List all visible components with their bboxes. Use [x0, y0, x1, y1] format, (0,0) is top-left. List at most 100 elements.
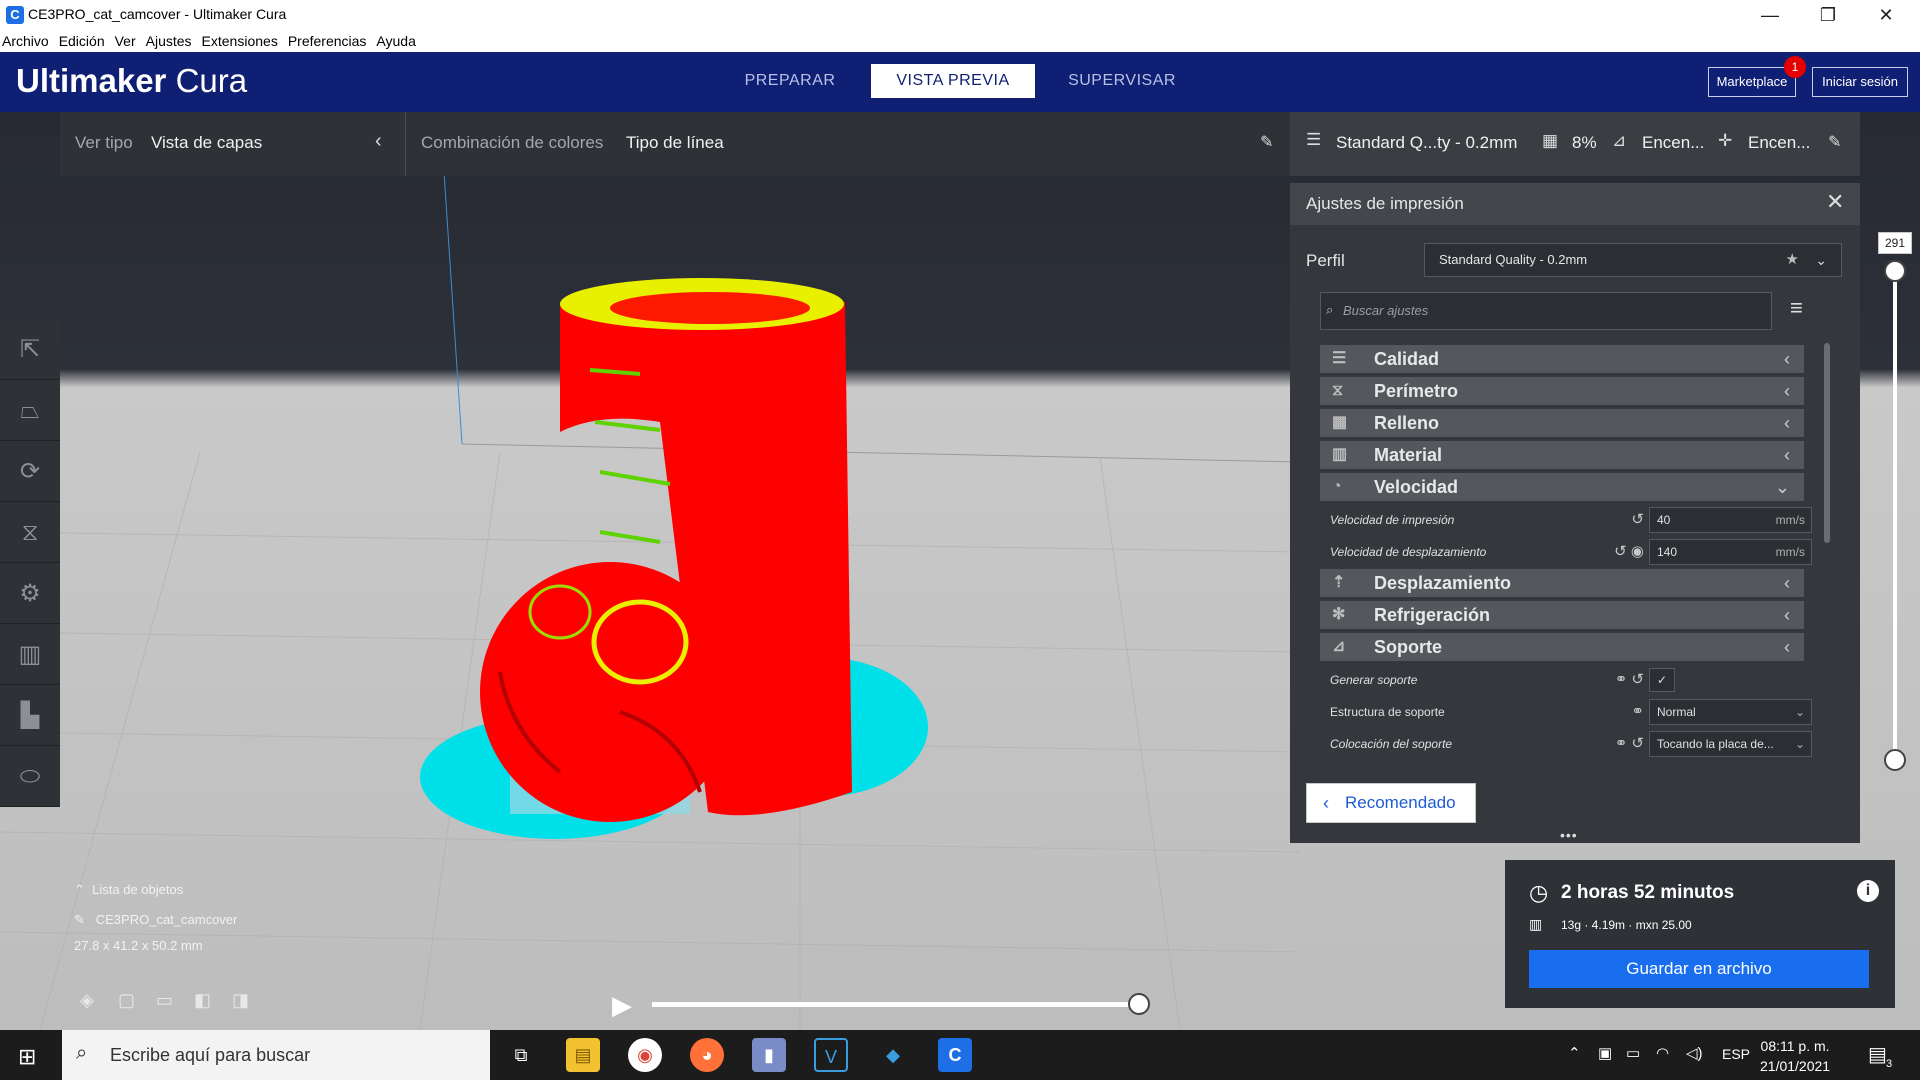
- support-summary[interactable]: Encen...: [1642, 133, 1704, 153]
- layer-slider-top-handle[interactable]: [1884, 260, 1906, 282]
- close-window-button[interactable]: ✕: [1858, 0, 1914, 30]
- language-indicator[interactable]: ESP: [1722, 1046, 1750, 1062]
- per-model-settings-icon[interactable]: ⚙: [0, 564, 60, 624]
- menu-ajustes[interactable]: Ajustes: [146, 30, 192, 52]
- vectary-icon[interactable]: V: [814, 1038, 848, 1072]
- generate-support-checkbox[interactable]: ✓: [1649, 668, 1675, 692]
- app-icon[interactable]: ▮: [752, 1038, 786, 1072]
- category-refrigeracion[interactable]: ✻ Refrigeración ‹: [1320, 601, 1804, 629]
- material-icon: ▥: [1332, 446, 1348, 463]
- link-icon[interactable]: ⚭: [1588, 697, 1644, 727]
- support-structure-select[interactable]: Normal ⌄: [1649, 699, 1812, 725]
- mirror-icon[interactable]: ⧖: [0, 503, 60, 563]
- layer-slider-track[interactable]: [1893, 268, 1897, 762]
- travel-icon: ⇡: [1332, 574, 1346, 591]
- volume-icon[interactable]: ◁): [1686, 1044, 1703, 1062]
- reset-icon[interactable]: ↺ ◉: [1588, 537, 1644, 567]
- chevron-up-icon: ⌃: [74, 882, 85, 897]
- category-relleno[interactable]: ▦ Relleno ‹: [1320, 409, 1804, 437]
- path-slider-track[interactable]: [652, 1002, 1140, 1007]
- right-view-icon[interactable]: ◨: [232, 990, 254, 1012]
- tray-chevron-up-icon[interactable]: ⌃: [1568, 1044, 1581, 1062]
- chevron-left-icon[interactable]: ‹: [375, 130, 382, 153]
- menu-preferencias[interactable]: Preferencias: [288, 30, 367, 52]
- chevron-left-icon: ‹: [1784, 605, 1790, 625]
- settings-scrollbar[interactable]: [1824, 343, 1830, 543]
- tab-supervisar[interactable]: SUPERVISAR: [1062, 64, 1182, 98]
- layer-slider-bottom-handle[interactable]: [1884, 749, 1906, 771]
- windows-start-icon[interactable]: ⊞: [18, 1044, 36, 1070]
- color-scheme-select[interactable]: Tipo de línea: [626, 133, 724, 153]
- print-setup-bar[interactable]: ☰ Standard Q...ty - 0.2mm ▦ 8% ⊿ Encen..…: [1290, 112, 1860, 176]
- category-desplazamiento[interactable]: ⇡ Desplazamiento ‹: [1320, 569, 1804, 597]
- task-view-icon[interactable]: ⧉: [504, 1038, 538, 1072]
- left-view-icon[interactable]: ◧: [194, 990, 216, 1012]
- menu-ver[interactable]: Ver: [115, 30, 136, 52]
- pencil-icon[interactable]: ✎: [1260, 132, 1273, 152]
- star-icon[interactable]: ★: [1786, 244, 1799, 276]
- bridge-icon[interactable]: ◆: [876, 1038, 910, 1072]
- 3d-view-icon[interactable]: ◈: [80, 990, 102, 1012]
- model-icon[interactable]: ⬭: [0, 747, 60, 807]
- resize-handle-icon[interactable]: •••: [1560, 827, 1578, 843]
- recommended-button[interactable]: ‹ Recomendado: [1306, 783, 1476, 823]
- adhesion-summary[interactable]: Encen...: [1748, 133, 1810, 153]
- front-view-icon[interactable]: ▢: [118, 990, 140, 1012]
- reset-icon[interactable]: ↺: [1588, 505, 1644, 535]
- infill-summary[interactable]: 8%: [1572, 133, 1597, 153]
- top-view-icon[interactable]: ▭: [156, 990, 178, 1012]
- support-placement-select[interactable]: Tocando la placa de... ⌄: [1649, 731, 1812, 757]
- tray-device-icon[interactable]: ▣: [1598, 1044, 1612, 1062]
- marketplace-button[interactable]: Marketplace: [1708, 67, 1796, 97]
- filament-icon: ▥: [1529, 916, 1543, 932]
- category-soporte[interactable]: ⊿ Soporte ‹: [1320, 633, 1804, 661]
- firefox-icon[interactable]: ◕: [690, 1038, 724, 1072]
- login-button[interactable]: Iniciar sesión: [1812, 67, 1908, 97]
- layer-number-input[interactable]: 291: [1878, 232, 1912, 254]
- menu-extensiones[interactable]: Extensiones: [202, 30, 278, 52]
- minimize-button[interactable]: —: [1742, 0, 1798, 30]
- close-icon[interactable]: ✕: [1826, 189, 1844, 215]
- taskbar-search-box[interactable]: Escribe aquí para buscar: [62, 1030, 490, 1080]
- chrome-icon[interactable]: ◉: [628, 1038, 662, 1072]
- menu-ayuda[interactable]: Ayuda: [376, 30, 415, 52]
- support-blocker-icon[interactable]: ▥: [0, 625, 60, 685]
- category-material[interactable]: ▥ Material ‹: [1320, 441, 1804, 469]
- battery-icon[interactable]: ▭: [1626, 1044, 1640, 1062]
- profile-summary[interactable]: Standard Q...ty - 0.2mm: [1336, 133, 1517, 153]
- category-velocidad[interactable]: ◔ Velocidad ⌄: [1320, 473, 1804, 501]
- notification-center-icon[interactable]: ▤: [1868, 1042, 1887, 1067]
- wifi-icon[interactable]: ◠: [1656, 1044, 1669, 1062]
- windows-taskbar: ⊞ Escribe aquí para buscar ⌕ ⧉ ▤ ◉ ◕ ▮ V…: [0, 1030, 1920, 1080]
- object-name-row[interactable]: ✎ CE3PRO_cat_camcover: [74, 912, 374, 928]
- view-type-select[interactable]: Vista de capas: [151, 133, 262, 153]
- file-explorer-icon[interactable]: ▤: [566, 1038, 600, 1072]
- play-icon[interactable]: ▶: [612, 990, 636, 1020]
- path-slider-handle[interactable]: [1128, 993, 1150, 1015]
- taskbar-clock[interactable]: 08:11 p. m. 21/01/2021: [1760, 1036, 1830, 1076]
- layer-view-icon[interactable]: ▙: [0, 686, 60, 746]
- category-calidad[interactable]: ☰ Calidad ‹: [1320, 345, 1804, 373]
- category-perimetro[interactable]: ⧖ Perímetro ‹: [1320, 377, 1804, 405]
- settings-visibility-menu-icon[interactable]: ≡: [1790, 295, 1803, 321]
- info-icon[interactable]: i: [1857, 880, 1879, 902]
- rotate-icon[interactable]: ⟳: [0, 442, 60, 502]
- chevron-left-icon: ‹: [1784, 445, 1790, 465]
- link-icon[interactable]: ⚭ ↺: [1588, 665, 1644, 695]
- object-list-header[interactable]: ⌃ Lista de objetos: [74, 882, 374, 898]
- scale-icon[interactable]: ⏢: [0, 381, 60, 441]
- profile-select[interactable]: Standard Quality - 0.2mm ★ ⌄: [1424, 243, 1842, 277]
- restore-button[interactable]: ❐: [1800, 0, 1856, 30]
- edit-settings-pencil-icon[interactable]: ✎: [1828, 132, 1841, 152]
- save-to-file-button[interactable]: Guardar en archivo: [1529, 950, 1869, 988]
- link-icon[interactable]: ⚭ ↺: [1588, 729, 1644, 759]
- menu-edicion[interactable]: Edición: [59, 30, 105, 52]
- print-speed-input[interactable]: 40 mm/s: [1649, 507, 1812, 533]
- search-settings-input[interactable]: Buscar ajustes: [1320, 292, 1772, 330]
- menu-archivo[interactable]: Archivo: [2, 30, 49, 52]
- tab-preparar[interactable]: PREPARAR: [734, 64, 846, 98]
- travel-speed-input[interactable]: 140 mm/s: [1649, 539, 1812, 565]
- tab-vista-previa[interactable]: VISTA PREVIA: [871, 64, 1035, 98]
- move-icon[interactable]: ⇱: [0, 320, 60, 380]
- cura-taskbar-icon[interactable]: C: [938, 1038, 972, 1072]
